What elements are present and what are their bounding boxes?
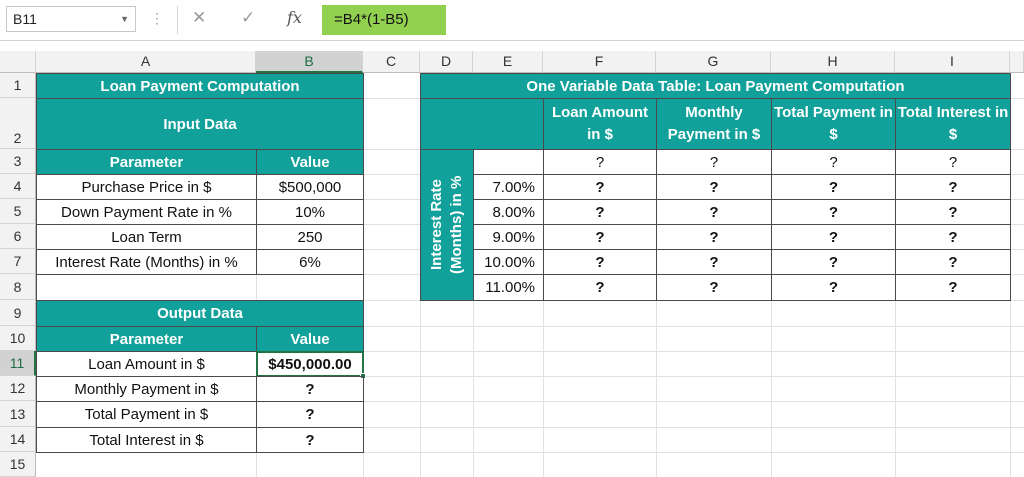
output-label-total-interest[interactable]: Total Interest in $ bbox=[36, 427, 257, 453]
data-table-header-monthly-payment[interactable]: Monthly Payment in $ bbox=[656, 98, 772, 150]
data-table-cell[interactable]: ? bbox=[543, 249, 657, 275]
input-label-loan-term[interactable]: Loan Term bbox=[36, 224, 257, 250]
divider bbox=[177, 6, 178, 34]
data-table-cell[interactable]: ? bbox=[543, 199, 657, 225]
rate-cell[interactable]: 7.00% bbox=[473, 174, 544, 200]
data-table-cell[interactable]: ? bbox=[543, 274, 657, 301]
data-table-cell[interactable]: ? bbox=[895, 224, 1011, 250]
data-table-cell[interactable]: ? bbox=[656, 174, 772, 200]
row-header-2[interactable]: 2 bbox=[0, 98, 36, 149]
data-table-cell[interactable]: ? bbox=[656, 224, 772, 250]
row-header-13[interactable]: 13 bbox=[0, 401, 36, 427]
data-table-cell[interactable]: ? bbox=[895, 274, 1011, 301]
data-table-cell[interactable]: ? bbox=[895, 249, 1011, 275]
data-table-header-loan-amount[interactable]: Loan Amount in $ bbox=[543, 98, 657, 150]
column-header-c[interactable]: C bbox=[363, 51, 420, 73]
data-table-title[interactable]: One Variable Data Table: Loan Payment Co… bbox=[420, 73, 1011, 99]
input-data-header[interactable]: Input Data bbox=[36, 98, 364, 150]
select-all-corner[interactable] bbox=[0, 51, 36, 73]
row-header-3[interactable]: 3 bbox=[0, 149, 36, 174]
column-header-d[interactable]: D bbox=[420, 51, 473, 73]
insert-function-icon[interactable]: fx bbox=[287, 8, 302, 28]
row-header-10[interactable]: 10 bbox=[0, 326, 36, 351]
data-table-cell[interactable]: ? bbox=[895, 199, 1011, 225]
row-header-11[interactable]: 11 bbox=[0, 351, 36, 376]
column-header-f[interactable]: F bbox=[543, 51, 656, 73]
enter-icon[interactable]: ✓ bbox=[241, 8, 255, 28]
rate-cell[interactable]: 11.00% bbox=[473, 274, 544, 301]
name-box[interactable]: B11 ▼ bbox=[6, 6, 136, 32]
data-table-header-total-interest[interactable]: Total Interest in $ bbox=[895, 98, 1011, 150]
data-table-cell[interactable]: ? bbox=[895, 174, 1011, 200]
data-table-formula-cell[interactable]: ? bbox=[656, 149, 772, 175]
column-header-e[interactable]: E bbox=[473, 51, 543, 73]
input-parameter-header[interactable]: Parameter bbox=[36, 149, 257, 175]
data-table-cell[interactable]: ? bbox=[656, 274, 772, 301]
input-value-down-payment[interactable]: 10% bbox=[256, 199, 364, 225]
row-header-14[interactable]: 14 bbox=[0, 427, 36, 452]
output-value-loan-amount[interactable]: $450,000.00 bbox=[256, 351, 364, 377]
data-table-formula-cell[interactable]: ? bbox=[771, 149, 896, 175]
rate-cell[interactable]: 9.00% bbox=[473, 224, 544, 250]
data-table-input-cell[interactable] bbox=[473, 149, 544, 175]
drag-handle-icon[interactable]: ⋮ bbox=[150, 8, 164, 28]
data-table-cell[interactable]: ? bbox=[771, 174, 896, 200]
input-value-loan-term[interactable]: 250 bbox=[256, 224, 364, 250]
data-table-cell[interactable]: ? bbox=[543, 224, 657, 250]
cancel-icon[interactable]: ✕ bbox=[192, 8, 206, 28]
loan-title-cell[interactable]: Loan Payment Computation bbox=[36, 73, 364, 99]
interest-rate-side-label[interactable]: Interest Rate (Months) in % bbox=[420, 149, 474, 301]
data-table-corner-header[interactable] bbox=[420, 98, 544, 150]
data-table-cell[interactable]: ? bbox=[771, 274, 896, 301]
output-value-total-payment[interactable]: ? bbox=[256, 401, 364, 428]
chevron-down-icon[interactable]: ▼ bbox=[120, 7, 129, 31]
output-label-loan-amount[interactable]: Loan Amount in $ bbox=[36, 351, 257, 377]
output-parameter-header[interactable]: Parameter bbox=[36, 326, 257, 352]
row-header-4[interactable]: 4 bbox=[0, 174, 36, 199]
output-value-total-interest[interactable]: ? bbox=[256, 427, 364, 453]
input-label-purchase-price[interactable]: Purchase Price in $ bbox=[36, 174, 257, 200]
input-label-interest-rate[interactable]: Interest Rate (Months) in % bbox=[36, 249, 257, 275]
row-header-7[interactable]: 7 bbox=[0, 249, 36, 274]
column-header-g[interactable]: G bbox=[656, 51, 771, 73]
column-header-h[interactable]: H bbox=[771, 51, 895, 73]
output-label-total-payment[interactable]: Total Payment in $ bbox=[36, 401, 257, 428]
data-table-formula-cell[interactable]: ? bbox=[895, 149, 1011, 175]
name-box-value: B11 bbox=[13, 11, 37, 27]
data-table-formula-cell[interactable]: ? bbox=[543, 149, 657, 175]
row-header-9[interactable]: 9 bbox=[0, 300, 36, 326]
data-table-cell[interactable]: ? bbox=[656, 249, 772, 275]
formula-input[interactable]: =B4*(1-B5) bbox=[322, 5, 446, 35]
row-header-1[interactable]: 1 bbox=[0, 73, 36, 98]
input-value-interest-rate[interactable]: 6% bbox=[256, 249, 364, 275]
input-label-down-payment[interactable]: Down Payment Rate in % bbox=[36, 199, 257, 225]
column-header-b[interactable]: B bbox=[256, 51, 363, 73]
row-header-12[interactable]: 12 bbox=[0, 376, 36, 401]
row-header-5[interactable]: 5 bbox=[0, 199, 36, 224]
input-value-header[interactable]: Value bbox=[256, 149, 364, 175]
interest-rate-side-label-text: Interest Rate (Months) in % bbox=[428, 175, 465, 275]
empty-cell-row-8[interactable] bbox=[36, 274, 364, 301]
row-header-6[interactable]: 6 bbox=[0, 224, 36, 249]
data-table-cell[interactable]: ? bbox=[771, 224, 896, 250]
data-table-cell[interactable]: ? bbox=[656, 199, 772, 225]
output-label-monthly-payment[interactable]: Monthly Payment in $ bbox=[36, 376, 257, 402]
output-data-header[interactable]: Output Data bbox=[36, 300, 364, 327]
rate-cell[interactable]: 10.00% bbox=[473, 249, 544, 275]
data-table-cell[interactable]: ? bbox=[771, 249, 896, 275]
column-header-i[interactable]: I bbox=[895, 51, 1010, 73]
column-header-j[interactable] bbox=[1010, 51, 1024, 73]
data-table-cell[interactable]: ? bbox=[771, 199, 896, 225]
row-header-15[interactable]: 15 bbox=[0, 452, 36, 477]
divider bbox=[0, 40, 1024, 41]
output-value-monthly-payment[interactable]: ? bbox=[256, 376, 364, 402]
data-table-header-total-payment[interactable]: Total Payment in $ bbox=[771, 98, 896, 150]
output-value-header[interactable]: Value bbox=[256, 326, 364, 352]
row-header-8[interactable]: 8 bbox=[0, 274, 36, 300]
data-table-cell[interactable]: ? bbox=[543, 174, 657, 200]
column-header-a[interactable]: A bbox=[36, 51, 256, 73]
rate-cell[interactable]: 8.00% bbox=[473, 199, 544, 225]
input-value-purchase-price[interactable]: $500,000 bbox=[256, 174, 364, 200]
